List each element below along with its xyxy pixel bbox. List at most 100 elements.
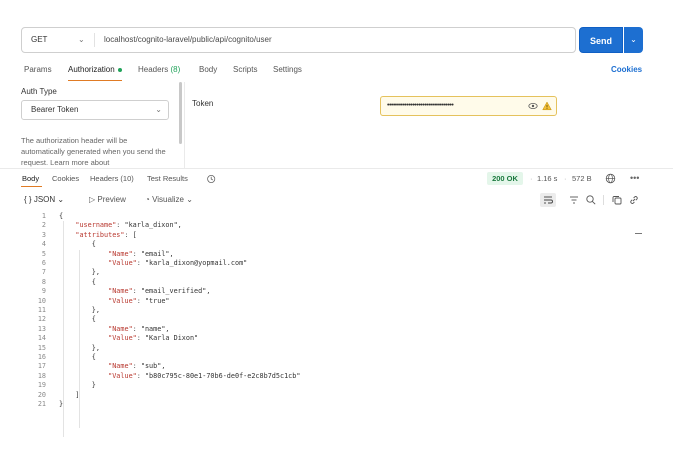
code-line: 11 }, [0,306,640,315]
line-number: 14 [37,334,46,343]
send-options-chevron-icon[interactable]: ⌄ [624,27,643,53]
response-time[interactable]: 1.16 s [537,172,557,185]
response-size[interactable]: 572 B [572,172,592,185]
search-icon[interactable] [585,194,597,206]
code-line: 18 "Value": "b80c795c-80e1-70b6-de0f-e2c… [0,372,640,381]
tab-label: Settings [273,65,302,74]
braces-icon: { } [24,195,32,204]
line-number: 20 [37,390,46,399]
status-badge[interactable]: 200 OK [487,172,523,185]
tab-label: Headers [138,65,169,74]
code-line: 10 "Value": "true" [0,297,640,306]
active-tab-indicator [68,80,122,81]
auth-type-select[interactable]: Bearer Token ⌄ [21,100,169,120]
section-divider [0,168,673,169]
copy-icon[interactable] [611,194,623,206]
response-tab-headers[interactable]: Headers (10) [90,174,134,184]
code-line: 6 "Value": "karla_dixon@yopmail.com" [0,259,640,268]
response-tab-body[interactable]: Body [22,174,39,184]
auth-description: The authorization header will be automat… [21,136,166,167]
globe-icon[interactable] [605,173,616,184]
code-scrollbar[interactable] [635,233,642,234]
code-text: "Name": "sub", [108,362,166,371]
code-text: "Name": "name", [108,324,170,333]
filter-icon[interactable] [568,194,580,206]
link-icon[interactable] [628,194,640,206]
visualize-button[interactable]: ◔ Visualize ⌄ [145,194,193,206]
response-tab-test-results[interactable]: Test Results [147,174,188,184]
line-number: 21 [37,400,46,408]
line-number: 19 [37,381,46,390]
code-text: { [59,277,96,286]
code-text: { [59,353,96,361]
code-text: "Value": "Karla Dixon" [108,334,199,343]
auth-panel-scrollbar[interactable] [179,82,182,144]
tab-body[interactable]: Body [199,64,217,76]
code-line: 12 { [0,315,640,324]
method-select[interactable]: GET [31,28,47,52]
line-number: 6 [41,259,46,267]
tab-label: Body [199,65,218,74]
preview-button[interactable]: ▷ Preview [89,194,126,206]
format-select[interactable]: { } JSON ⌄ [24,194,64,206]
line-number: 18 [37,371,46,380]
wrap-icon[interactable] [542,194,554,206]
code-text: "Name": "email_verified", [108,287,211,296]
tab-settings[interactable]: Settings [273,64,302,76]
code-text: "Name": "email", [108,249,174,258]
visualize-icon: ◔ [145,195,150,204]
response-body-code[interactable]: 1{2 "username": "karla_dixon", 3 "attribu… [0,212,640,474]
line-number: 7 [41,268,46,277]
tab-authorization[interactable]: Authorization [68,64,122,76]
tab-label: Authorization [68,65,115,74]
auth-type-value: Bearer Token [31,105,79,114]
more-options-icon[interactable]: ••• [630,172,639,185]
code-line: 21} [0,400,640,409]
format-value: JSON [33,195,56,204]
preview-label: Preview [97,195,126,204]
warning-icon [542,101,552,111]
code-text: "username": "karla_dixon", [75,221,182,230]
line-number: 9 [41,287,46,296]
line-number: 12 [37,315,46,324]
code-line: 4 { [0,240,640,249]
line-number: 11 [37,306,46,314]
code-text: }, [59,268,100,277]
code-line: 14 "Value": "Karla Dixon" [0,334,640,343]
response-tab-cookies[interactable]: Cookies [52,174,79,184]
tab-count: (8) [170,65,181,74]
line-number: 10 [37,296,46,305]
active-dot [117,67,122,72]
line-number: 8 [41,277,46,286]
url-divider [94,33,95,47]
line-number: 15 [37,343,46,352]
line-number: 13 [37,324,46,333]
active-response-tab-indicator [21,186,42,187]
panel-divider[interactable] [184,82,185,168]
code-text: "Value": "karla_dixon@yopmail.com" [108,259,248,267]
history-icon[interactable] [206,174,216,184]
tab-params[interactable]: Params [24,64,52,76]
line-number: 3 [41,230,46,239]
visualize-label: Visualize [152,195,184,204]
code-line: 1{ [0,212,640,221]
code-line: 7 }, [0,268,640,277]
code-text: "Value": "true" [108,296,170,305]
tab-scripts[interactable]: Scripts [233,64,257,76]
line-number: 16 [37,353,46,361]
code-text: ] [59,390,80,399]
code-text: { [59,315,96,324]
url-input[interactable]: localhost/cognito-laravel/public/api/cog… [104,28,272,52]
auth-type-label: Auth Type [21,87,57,96]
meta-separator: · [564,174,567,183]
eye-icon[interactable] [528,101,538,111]
cookies-link[interactable]: Cookies [611,64,642,76]
url-bar: GET ⌄ localhost/cognito-laravel/public/a… [21,27,576,53]
tab-headers[interactable]: Headers (8) [138,64,180,76]
code-text: } [59,400,64,408]
send-button[interactable]: Send [579,27,623,53]
code-line: 13 "Name": "name", [0,325,640,334]
token-input[interactable]: •••••••••••••••••••••••••••••••••• [380,96,557,116]
line-number: 4 [41,240,46,249]
chevron-down-icon[interactable]: ⌄ [78,28,85,52]
